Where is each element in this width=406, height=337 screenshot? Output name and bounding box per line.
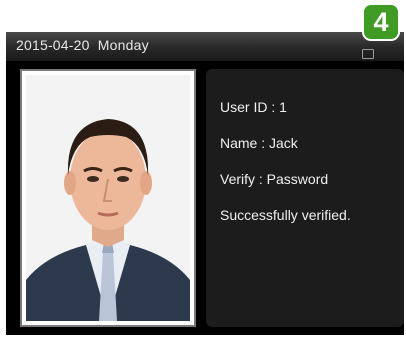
verification-result-label: Successfully verified. bbox=[220, 207, 351, 223]
device-screen: 2015-04-20 Monday User ID: 1 Name: Jac… bbox=[6, 32, 404, 335]
battery-icon bbox=[362, 49, 374, 59]
step-number-badge: 4 bbox=[362, 3, 400, 41]
date-display: 2015-04-20 Monday bbox=[16, 37, 149, 53]
user-photo bbox=[26, 75, 190, 321]
verify-method-label: Verify : Password bbox=[220, 171, 329, 187]
user-id-label: User ID : 1 bbox=[220, 99, 287, 115]
user-portrait-icon bbox=[26, 75, 190, 321]
user-photo-frame bbox=[20, 69, 196, 327]
user-name-label: Name : Jack bbox=[220, 135, 298, 151]
verification-info-panel: User ID : 1 Name : Jack Verify : Passwor… bbox=[206, 69, 404, 327]
status-bar: 2015-04-20 Monday bbox=[6, 32, 404, 62]
